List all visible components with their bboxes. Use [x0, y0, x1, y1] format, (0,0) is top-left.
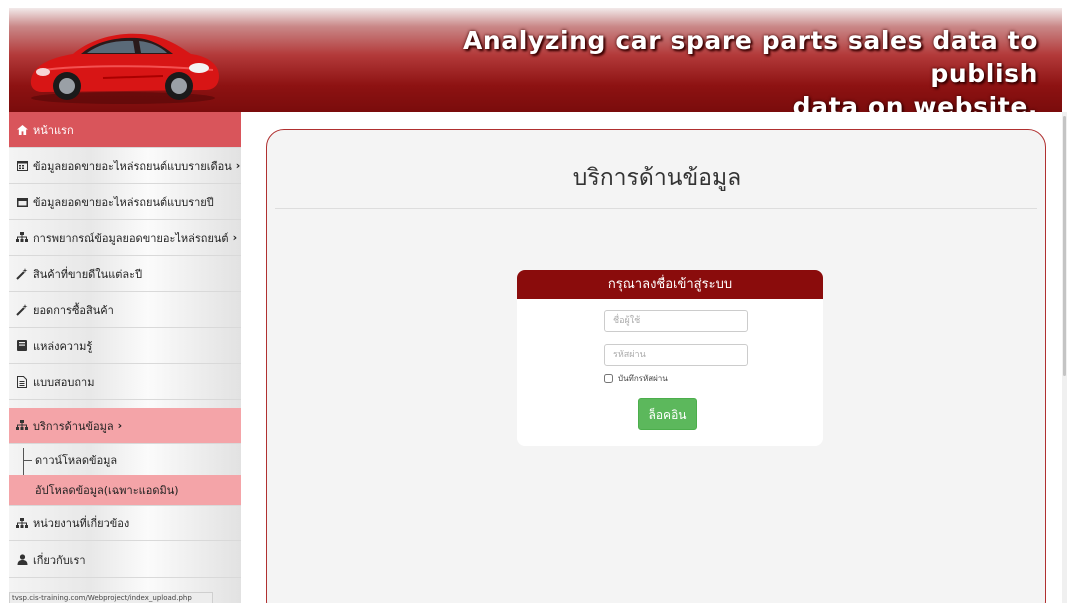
sidebar-item-label: เกี่ยวกับเรา	[33, 553, 86, 567]
magic-wand-icon	[15, 267, 29, 281]
sidebar-item-knowledge[interactable]: แหล่งความรู้	[9, 328, 241, 364]
sidebar-item-label: สินค้าที่ขายดีในแต่ละปี	[33, 267, 143, 281]
main-panel: บริการด้านข้อมูล กรุณาลงชื่อเข้าสู่ระบบ …	[266, 129, 1046, 603]
page: Analyzing car spare parts sales data to …	[0, 0, 1067, 603]
sidebar-item-label: แบบสอบถาม	[33, 375, 95, 389]
sidebar-item-monthly-sales[interactable]: ข้อมูลยอดขายอะไหล่รถยนต์แบบรายเดือน ›	[9, 148, 241, 184]
sidebar-item-about-us[interactable]: เกี่ยวกับเรา	[9, 542, 241, 578]
sidebar-item-label: แหล่งความรู้	[33, 339, 93, 353]
login-card: กรุณาลงชื่อเข้าสู่ระบบ บันทึกรหัสผ่าน ล็…	[517, 270, 823, 446]
sidebar-item-survey[interactable]: แบบสอบถาม	[9, 364, 241, 400]
calendar-icon	[15, 159, 29, 173]
sidebar: หน้าแรก ข้อมูลยอดขายอะไหล่รถยนต์แบบรายเด…	[9, 112, 241, 603]
submenu-item-label: อัปโหลดข้อมูล(เฉพาะแอดมิน)	[35, 484, 179, 497]
login-button[interactable]: ล็อคอิน	[638, 398, 697, 430]
status-bar-url: tvsp.cis-training.com/Webproject/index_u…	[9, 592, 213, 603]
sitemap-icon	[15, 419, 29, 433]
calendar-icon	[15, 195, 29, 209]
username-input[interactable]	[604, 310, 748, 332]
sidebar-item-label: การพยากรณ์ข้อมูลยอดขายอะไหล่รถยนต์	[33, 231, 229, 245]
scrollbar-thumb[interactable]	[1063, 116, 1066, 376]
sidebar-item-yearly-sales[interactable]: ข้อมูลยอดขายอะไหล่รถยนต์แบบรายปี	[9, 184, 241, 220]
sidebar-item-label: หน้าแรก	[33, 123, 74, 137]
remember-password[interactable]: บันทึกรหัสผ่าน	[604, 372, 668, 384]
password-input[interactable]	[604, 344, 748, 366]
sidebar-item-label: ข้อมูลยอดขายอะไหล่รถยนต์แบบรายปี	[33, 195, 214, 209]
sidebar-item-data-services[interactable]: บริการด้านข้อมูล ›	[9, 408, 241, 444]
user-icon	[15, 553, 29, 567]
site-title-line1: Analyzing car spare parts sales data to …	[462, 26, 1038, 88]
submenu-item-upload-admin[interactable]: อัปโหลดข้อมูล(เฉพาะแอดมิน)	[9, 475, 241, 505]
home-icon	[15, 123, 29, 137]
chevron-right-icon: ›	[117, 419, 123, 432]
submenu-item-label: ดาวน์โหลดข้อมูล	[35, 454, 118, 467]
header-banner: Analyzing car spare parts sales data to …	[9, 8, 1062, 112]
sidebar-item-best-sellers[interactable]: สินค้าที่ขายดีในแต่ละปี	[9, 256, 241, 292]
chevron-right-icon: ›	[232, 231, 238, 244]
sidebar-item-label: ข้อมูลยอดขายอะไหล่รถยนต์แบบรายเดือน	[33, 159, 232, 173]
login-header: กรุณาลงชื่อเข้าสู่ระบบ	[517, 270, 823, 299]
document-icon	[15, 375, 29, 389]
chevron-right-icon: ›	[235, 159, 241, 172]
sidebar-item-purchases[interactable]: ยอดการซื้อสินค้า	[9, 292, 241, 328]
car-logo	[30, 33, 220, 104]
sidebar-item-label: บริการด้านข้อมูล	[33, 419, 114, 433]
book-icon	[15, 339, 29, 353]
divider	[275, 208, 1037, 209]
page-title: บริการด้านข้อมูล	[572, 165, 742, 191]
site-title: Analyzing car spare parts sales data to …	[358, 24, 1038, 112]
sidebar-item-label: หน่วยงานที่เกี่ยวข้อง	[33, 517, 130, 530]
sidebar-item-home[interactable]: หน้าแรก	[9, 112, 241, 148]
magic-wand-icon	[15, 303, 29, 317]
sidebar-item-related-agencies[interactable]: หน่วยงานที่เกี่ยวข้อง	[9, 505, 241, 541]
site-title-line2: data on website.	[792, 92, 1038, 112]
remember-checkbox[interactable]	[604, 373, 613, 383]
sidebar-item-label: ยอดการซื้อสินค้า	[33, 303, 114, 317]
remember-label: บันทึกรหัสผ่าน	[618, 373, 668, 383]
sidebar-item-forecast[interactable]: การพยากรณ์ข้อมูลยอดขายอะไหล่รถยนต์ ›	[9, 220, 241, 256]
sitemap-icon	[15, 516, 29, 530]
network-icon	[15, 231, 29, 245]
submenu-item-download[interactable]: ดาวน์โหลดข้อมูล	[9, 445, 241, 475]
